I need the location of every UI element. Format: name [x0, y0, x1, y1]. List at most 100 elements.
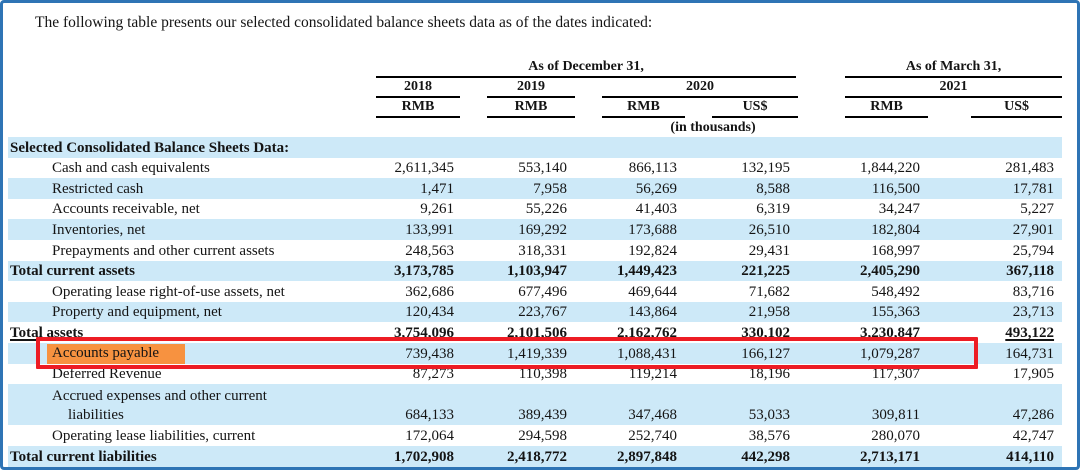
row-label: Prepayments and other current assets	[8, 240, 364, 261]
table-row: Deferred Revenue87,273110,398119,21418,1…	[8, 364, 1062, 385]
cell-value: 553,140	[462, 158, 575, 179]
cell-value: 7,958	[462, 178, 575, 199]
cell-value: 309,811	[798, 384, 928, 425]
header-currency-usd-2021: US$	[928, 98, 1062, 118]
cell-value: 164,731	[928, 343, 1062, 364]
cell-value: 3,230,847	[798, 322, 928, 343]
row-label: Property and equipment, net	[8, 302, 364, 323]
table-row: Prepayments and other current assets248,…	[8, 240, 1062, 261]
row-label: Total current assets	[8, 261, 364, 282]
cell-value	[364, 137, 462, 158]
header-currency-row: RMB RMB RMB US$ RMB US$	[8, 98, 1062, 118]
header-unit-row: (in thousands)	[8, 118, 1062, 137]
table-row: Selected Consolidated Balance Sheets Dat…	[8, 137, 1062, 158]
cell-value: 87,273	[364, 364, 462, 385]
cell-value: 2,101,506	[462, 322, 575, 343]
cell-value: 442,298	[685, 446, 798, 467]
row-label: Total assets	[8, 322, 364, 343]
cell-value: 166,127	[685, 343, 798, 364]
cell-value: 1,844,220	[798, 158, 928, 179]
header-group-row: As of December 31, As of March 31,	[8, 57, 1062, 78]
cell-value: 47,286	[928, 384, 1062, 425]
cell-value: 367,118	[928, 261, 1062, 282]
cell-value: 2,418,772	[462, 446, 575, 467]
cell-value: 280,070	[798, 425, 928, 446]
cell-value: 155,363	[798, 302, 928, 323]
highlighted-row: Accounts payable739,4381,419,3391,088,43…	[8, 343, 1062, 364]
table-row: Cash and cash equivalents2,611,345553,14…	[8, 158, 1062, 179]
cell-value: 2,713,171	[798, 446, 928, 467]
cell-value: 120,434	[364, 302, 462, 323]
cell-value: 318,331	[462, 240, 575, 261]
cell-value: 18,196	[685, 364, 798, 385]
cell-value: 56,269	[575, 178, 685, 199]
cell-value: 1,419,339	[462, 343, 575, 364]
row-label: Deferred Revenue	[8, 364, 364, 385]
cell-value: 684,133	[364, 384, 462, 425]
row-label: Restricted cash	[8, 178, 364, 199]
header-group-march: As of March 31,	[798, 57, 1062, 78]
cell-value: 143,864	[575, 302, 685, 323]
row-label: Accounts payable	[8, 343, 364, 364]
header-empty-cell	[8, 57, 364, 78]
header-year-2021: 2021	[798, 78, 1062, 98]
header-currency-rmb-2020: RMB	[575, 98, 685, 118]
cell-value: 3,173,785	[364, 261, 462, 282]
cell-value: 548,492	[798, 281, 928, 302]
cell-value: 2,162,762	[575, 322, 685, 343]
cell-value: 414,110	[928, 446, 1062, 467]
cell-value: 2,405,290	[798, 261, 928, 282]
table-row: Accounts receivable, net9,26155,22641,40…	[8, 199, 1062, 220]
cell-value: 223,767	[462, 302, 575, 323]
cell-value: 9,261	[364, 199, 462, 220]
balance-sheet-table-wrap: As of December 31, As of March 31, 2018 …	[8, 57, 1062, 467]
cell-value: 281,483	[928, 158, 1062, 179]
cell-value: 192,824	[575, 240, 685, 261]
header-currency-usd-2020: US$	[685, 98, 798, 118]
cell-value: 26,510	[685, 219, 798, 240]
cell-value: 169,292	[462, 219, 575, 240]
row-label: Total current liabilities	[8, 446, 364, 467]
cell-value: 252,740	[575, 425, 685, 446]
cell-value: 248,563	[364, 240, 462, 261]
row-label: Cash and cash equivalents	[8, 158, 364, 179]
cell-value: 294,598	[462, 425, 575, 446]
cell-value: 34,247	[798, 199, 928, 220]
row-label: Accounts receivable, net	[8, 199, 364, 220]
cell-value: 1,079,287	[798, 343, 928, 364]
cell-value: 116,500	[798, 178, 928, 199]
cell-value: 55,226	[462, 199, 575, 220]
cell-value: 1,088,431	[575, 343, 685, 364]
table-row: Restricted cash1,4717,95856,2698,588116,…	[8, 178, 1062, 199]
row-label: Selected Consolidated Balance Sheets Dat…	[8, 137, 364, 158]
row-label: Operating lease liabilities, current	[8, 425, 364, 446]
cell-value	[928, 137, 1062, 158]
table-row: Accrued expenses and other currentliabil…	[8, 384, 1062, 425]
row-label: Accrued expenses and other currentliabil…	[8, 384, 364, 425]
table-row: Inventories, net133,991169,292173,68826,…	[8, 219, 1062, 240]
cell-value: 2,611,345	[364, 158, 462, 179]
cell-value	[798, 137, 928, 158]
table-row: Property and equipment, net120,434223,76…	[8, 302, 1062, 323]
cell-value: 2,897,848	[575, 446, 685, 467]
cell-value: 168,997	[798, 240, 928, 261]
header-empty-cell	[8, 98, 364, 118]
cell-value: 6,319	[685, 199, 798, 220]
cell-value: 41,403	[575, 199, 685, 220]
cell-value: 3,754,096	[364, 322, 462, 343]
cell-value: 71,682	[685, 281, 798, 302]
cell-value: 110,398	[462, 364, 575, 385]
cell-value: 1,471	[364, 178, 462, 199]
cell-value: 866,113	[575, 158, 685, 179]
cell-value: 8,588	[685, 178, 798, 199]
cell-value: 739,438	[364, 343, 462, 364]
cell-value	[685, 137, 798, 158]
unit-note: (in thousands)	[364, 118, 1062, 137]
cell-value	[575, 137, 685, 158]
cell-value: 38,576	[685, 425, 798, 446]
header-currency-rmb-2019: RMB	[462, 98, 575, 118]
cell-value: 42,747	[928, 425, 1062, 446]
cell-value: 21,958	[685, 302, 798, 323]
cell-value: 117,307	[798, 364, 928, 385]
header-empty-cell	[8, 118, 364, 137]
